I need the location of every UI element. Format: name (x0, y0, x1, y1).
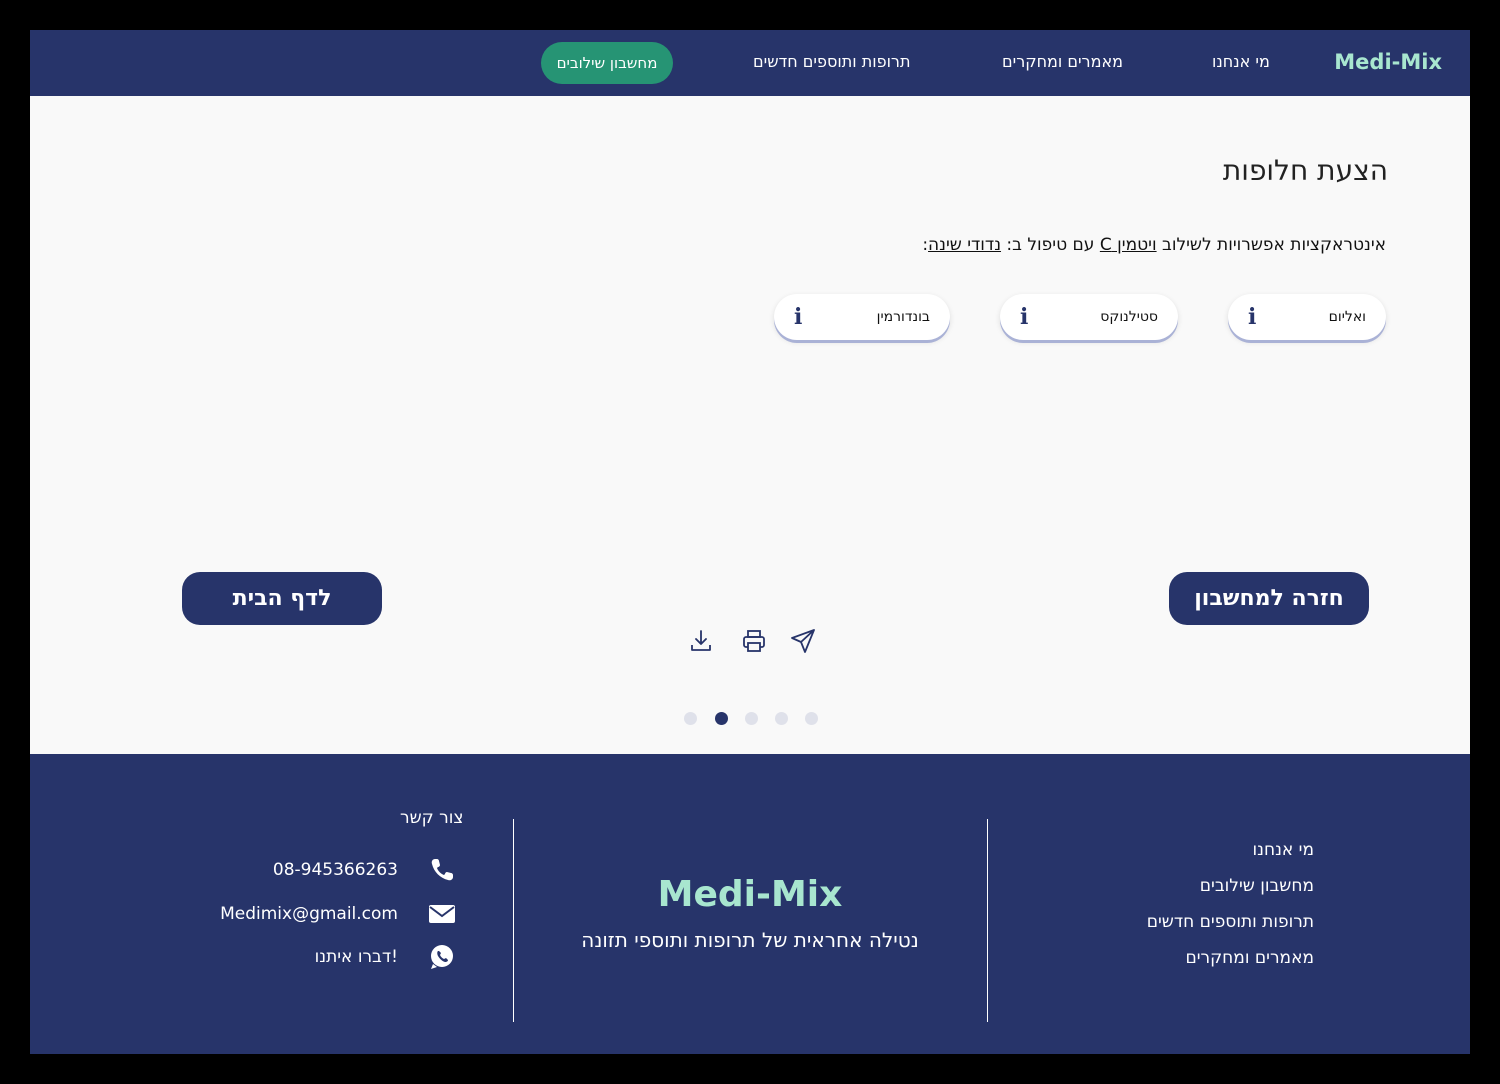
page-title: הצעת חלופות (1222, 154, 1388, 187)
pager-dot[interactable] (745, 712, 758, 725)
send-icon[interactable] (790, 628, 816, 654)
download-icon[interactable] (688, 628, 714, 654)
home-button[interactable]: לדף הבית (182, 572, 382, 625)
alternative-chip[interactable]: סטילנוקס i (1000, 294, 1178, 340)
footer-divider (513, 819, 514, 1022)
footer-tagline: נטילה אחראית של תרופות ותוספי תזונה (581, 928, 919, 952)
alternative-label: ואליום (1328, 309, 1366, 325)
contact-title: צור קשר (400, 808, 464, 828)
footer-divider (987, 819, 988, 1022)
alternative-chip[interactable]: בונדורמין i (774, 294, 950, 340)
contact-phone[interactable]: 08-945366263 (273, 860, 398, 880)
mail-icon (429, 905, 455, 923)
top-navbar: Medi-Mix מי אנחנו מאמרים ומחקרים תרופות … (30, 30, 1470, 96)
footer-link-new-drugs[interactable]: תרופות ותוספים חדשים (1147, 912, 1314, 932)
device-frame: Medi-Mix מי אנחנו מאמרים ומחקרים תרופות … (0, 0, 1500, 1084)
interaction-subtitle: אינטראקציות אפשרויות לשילוב ויטמין C עם … (922, 235, 1386, 255)
nav-new-drugs[interactable]: תרופות ותוספים חדשים (753, 52, 910, 71)
back-to-calculator-button[interactable]: חזרה למחשבון (1169, 572, 1369, 625)
nav-calculator-button[interactable]: מחשבון שילובים (541, 42, 673, 84)
brand-logo[interactable]: Medi-Mix (1334, 50, 1442, 74)
info-icon[interactable]: i (794, 306, 802, 328)
pager-dot[interactable] (684, 712, 697, 725)
footer-brand: Medi-Mix (657, 874, 843, 915)
print-icon[interactable] (741, 628, 767, 654)
pager-dot[interactable] (805, 712, 818, 725)
contact-email[interactable]: Medimix@gmail.com (220, 904, 398, 924)
whatsapp-icon (431, 945, 453, 969)
footer-link-about[interactable]: מי אנחנו (1253, 840, 1314, 860)
subtitle-prefix: אינטראקציות אפשרויות לשילוב (1161, 235, 1386, 255)
drug-link[interactable]: ויטמין C (1100, 235, 1157, 255)
pager-dot[interactable] (715, 712, 728, 725)
site-footer: מי אנחנו מחשבון שילובים תרופות ותוספים ח… (30, 754, 1470, 1054)
footer-link-calculator[interactable]: מחשבון שילובים (1200, 876, 1314, 896)
condition-link[interactable]: נדודי שינה (928, 235, 1001, 255)
alternative-label: בונדורמין (876, 309, 930, 325)
nav-about[interactable]: מי אנחנו (1212, 52, 1270, 71)
footer-link-articles[interactable]: מאמרים ומחקרים (1185, 948, 1314, 968)
alternative-chip[interactable]: ואליום i (1228, 294, 1386, 340)
subtitle-mid: עם טיפול ב: (1006, 235, 1095, 255)
pager-dots (684, 712, 824, 726)
pager-dot[interactable] (775, 712, 788, 725)
contact-whatsapp[interactable]: דברו איתנו! (315, 947, 398, 967)
phone-icon (431, 859, 453, 881)
app-screen: Medi-Mix מי אנחנו מאמרים ומחקרים תרופות … (30, 30, 1470, 1054)
info-icon[interactable]: i (1020, 306, 1028, 328)
info-icon[interactable]: i (1248, 306, 1256, 328)
nav-articles[interactable]: מאמרים ומחקרים (1002, 52, 1123, 71)
alternative-label: סטילנוקס (1100, 309, 1158, 325)
